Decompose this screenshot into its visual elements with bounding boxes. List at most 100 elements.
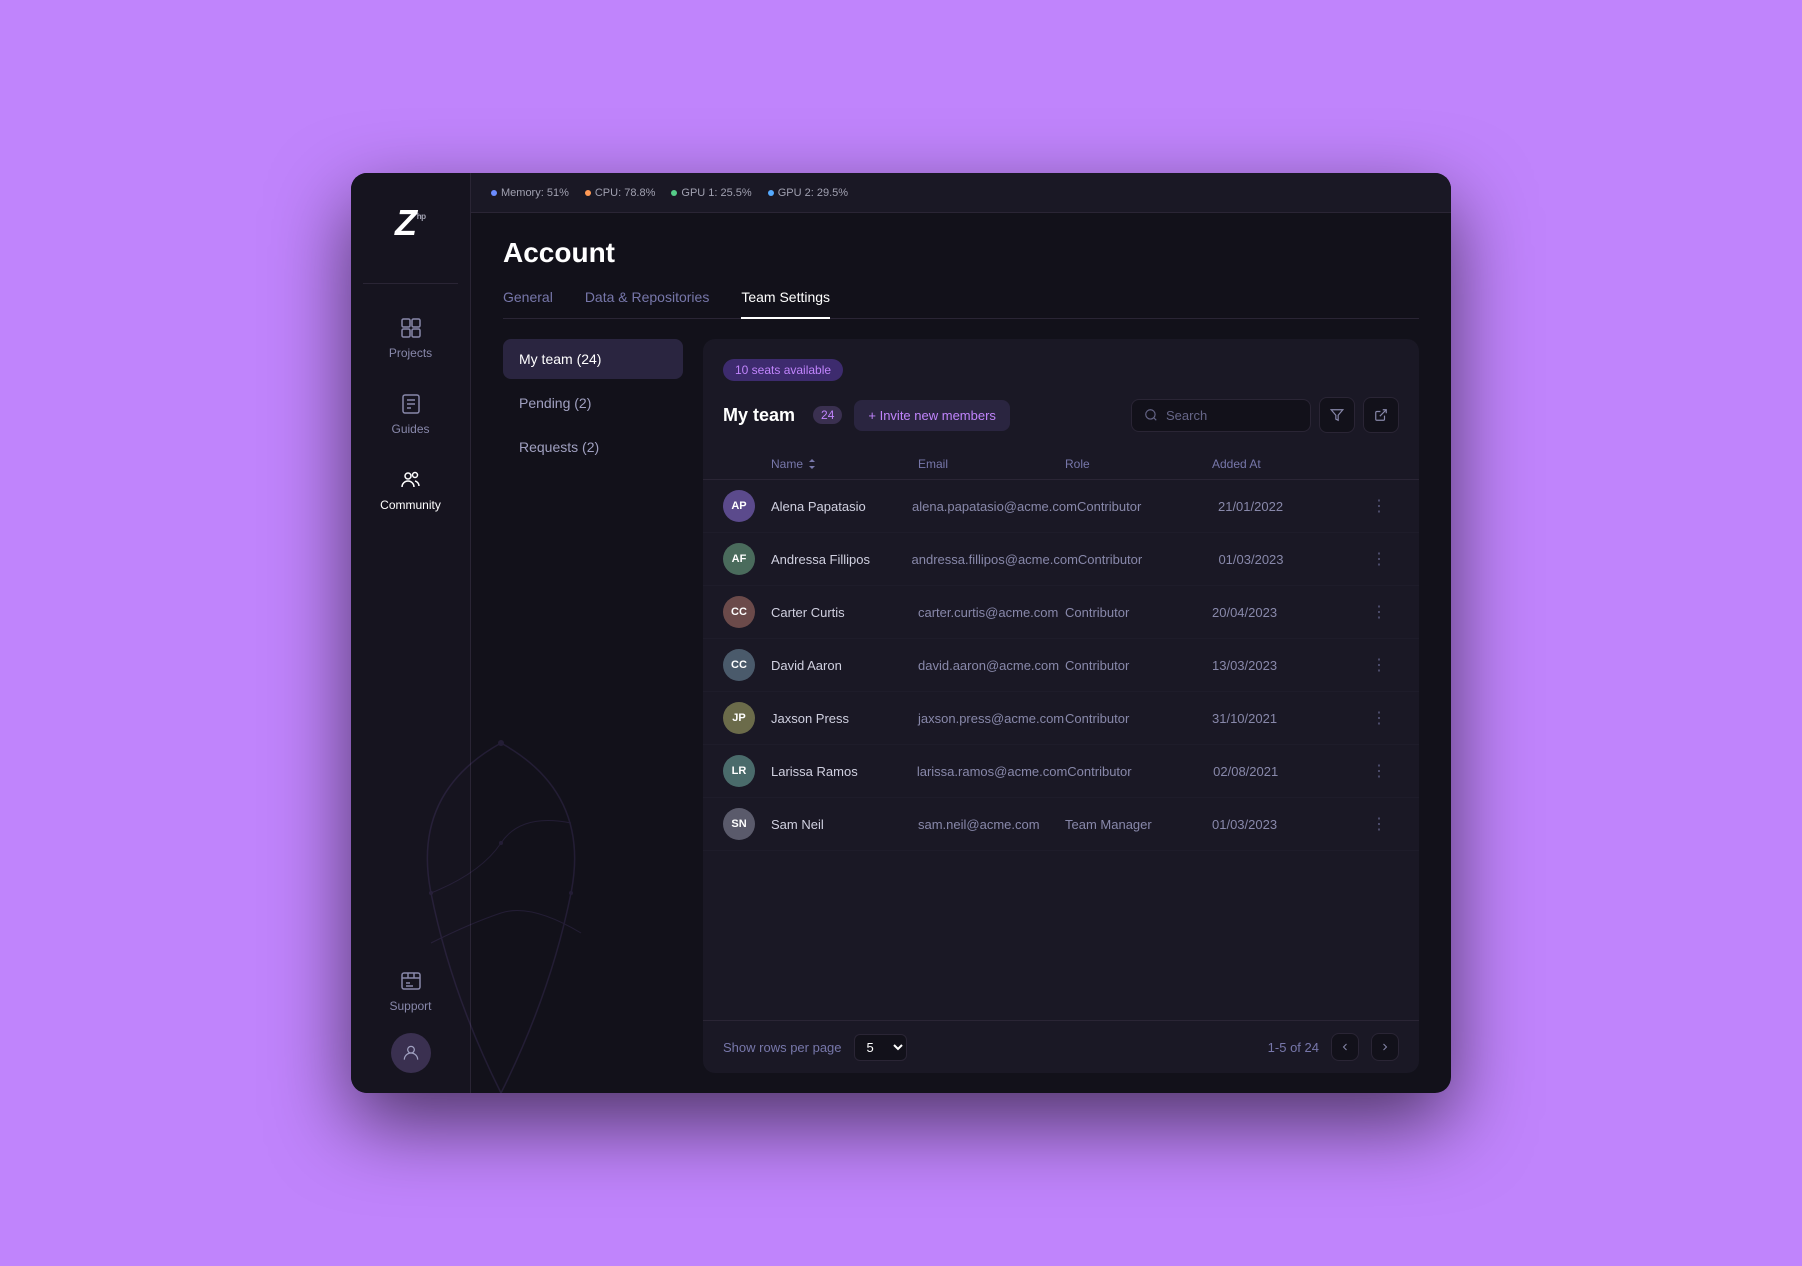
member-name: David Aaron bbox=[771, 658, 918, 673]
search-box[interactable]: Search bbox=[1131, 399, 1311, 432]
metric-memory: Memory: 51% bbox=[491, 187, 569, 199]
left-panel: My team (24) Pending (2) Requests (2) bbox=[503, 339, 683, 1073]
table-row: JP Jaxson Press jaxson.press@acme.com Co… bbox=[703, 692, 1419, 745]
member-email: alena.papatasio@acme.com bbox=[912, 499, 1077, 514]
table-header: Name Email Role Added At bbox=[703, 449, 1419, 480]
member-email: carter.curtis@acme.com bbox=[918, 605, 1065, 620]
member-name: Carter Curtis bbox=[771, 605, 918, 620]
member-role: Contributor bbox=[1065, 605, 1212, 620]
member-email: jaxson.press@acme.com bbox=[918, 711, 1065, 726]
topbar: Memory: 51% CPU: 78.8% GPU 1: 25.5% GPU … bbox=[471, 173, 1451, 213]
rows-per-page-select[interactable]: 5 10 25 bbox=[854, 1034, 907, 1061]
tab-data-repositories[interactable]: Data & Repositories bbox=[585, 289, 710, 319]
member-avatar: AF bbox=[723, 543, 771, 575]
page-tabs: General Data & Repositories Team Setting… bbox=[503, 289, 1419, 319]
gpu1-dot bbox=[671, 190, 677, 196]
app-window: Zʰᵖ Projects Guides bbox=[351, 173, 1451, 1093]
member-role: Contributor bbox=[1065, 711, 1212, 726]
member-email: sam.neil@acme.com bbox=[918, 817, 1065, 832]
col-role: Role bbox=[1065, 457, 1212, 471]
member-name: Andressa Fillipos bbox=[771, 552, 912, 567]
member-added: 13/03/2023 bbox=[1212, 658, 1359, 673]
member-avatar: LR bbox=[723, 755, 771, 787]
row-menu-button[interactable]: ⋮ bbox=[1359, 549, 1399, 569]
col-added-at: Added At bbox=[1212, 457, 1359, 471]
left-panel-pending[interactable]: Pending (2) bbox=[503, 383, 683, 423]
export-icon bbox=[1374, 408, 1388, 422]
table-row: SN Sam Neil sam.neil@acme.com Team Manag… bbox=[703, 798, 1419, 851]
export-button[interactable] bbox=[1363, 397, 1399, 433]
member-added: 21/01/2022 bbox=[1218, 499, 1359, 514]
sidebar-item-support[interactable]: Support bbox=[351, 957, 470, 1025]
col-email: Email bbox=[918, 457, 1065, 471]
left-panel-requests[interactable]: Requests (2) bbox=[503, 427, 683, 467]
member-added: 01/03/2023 bbox=[1212, 817, 1359, 832]
member-avatar: JP bbox=[723, 702, 771, 734]
col-name[interactable]: Name bbox=[771, 457, 918, 471]
pagination-info: 1-5 of 24 bbox=[1268, 1040, 1319, 1055]
left-panel-my-team[interactable]: My team (24) bbox=[503, 339, 683, 379]
panel-header: 10 seats available My team 24 + Invite n… bbox=[703, 339, 1419, 449]
cpu-dot bbox=[585, 190, 591, 196]
filter-icon bbox=[1330, 408, 1344, 422]
chevron-right-icon bbox=[1379, 1041, 1391, 1053]
filter-button[interactable] bbox=[1319, 397, 1355, 433]
gpu2-dot bbox=[768, 190, 774, 196]
team-count: 24 bbox=[813, 406, 842, 424]
toolbar-right: Search bbox=[1131, 397, 1399, 433]
row-menu-button[interactable]: ⋮ bbox=[1359, 708, 1399, 728]
member-added: 02/08/2021 bbox=[1213, 764, 1359, 779]
row-menu-button[interactable]: ⋮ bbox=[1359, 814, 1399, 834]
row-menu-button[interactable]: ⋮ bbox=[1359, 761, 1399, 781]
community-icon bbox=[399, 468, 423, 492]
row-menu-button[interactable]: ⋮ bbox=[1359, 655, 1399, 675]
table-footer: Show rows per page 5 10 25 1-5 of 24 bbox=[703, 1020, 1419, 1073]
sidebar-divider bbox=[363, 283, 458, 284]
row-menu-button[interactable]: ⋮ bbox=[1359, 602, 1399, 622]
table-row: LR Larissa Ramos larissa.ramos@acme.com … bbox=[703, 745, 1419, 798]
table-toolbar: My team 24 + Invite new members Search bbox=[723, 397, 1399, 433]
search-icon bbox=[1144, 408, 1158, 422]
sidebar-bottom: Support bbox=[351, 957, 470, 1073]
member-name: Larissa Ramos bbox=[771, 764, 917, 779]
page-title: Account bbox=[503, 237, 1419, 269]
table-row: CC Carter Curtis carter.curtis@acme.com … bbox=[703, 586, 1419, 639]
app-logo: Zʰᵖ bbox=[381, 193, 441, 253]
tab-general[interactable]: General bbox=[503, 289, 553, 319]
sidebar-item-label: Projects bbox=[389, 346, 432, 360]
member-added: 20/04/2023 bbox=[1212, 605, 1359, 620]
sidebar-item-label: Community bbox=[380, 498, 441, 512]
table-row: CC David Aaron david.aaron@acme.com Cont… bbox=[703, 639, 1419, 692]
body-layout: My team (24) Pending (2) Requests (2) 10… bbox=[471, 319, 1451, 1093]
member-email: david.aaron@acme.com bbox=[918, 658, 1065, 673]
member-avatar: CC bbox=[723, 649, 771, 681]
tab-team-settings[interactable]: Team Settings bbox=[741, 289, 830, 319]
member-role: Contributor bbox=[1078, 552, 1219, 567]
memory-dot bbox=[491, 190, 497, 196]
member-role: Contributor bbox=[1077, 499, 1218, 514]
member-email: andressa.fillipos@acme.com bbox=[912, 552, 1078, 567]
metric-gpu2: GPU 2: 29.5% bbox=[768, 187, 848, 199]
table-body: AP Alena Papatasio alena.papatasio@acme.… bbox=[703, 480, 1419, 851]
team-label: My team bbox=[723, 405, 795, 426]
member-added: 31/10/2021 bbox=[1212, 711, 1359, 726]
metric-cpu: CPU: 78.8% bbox=[585, 187, 656, 199]
row-menu-button[interactable]: ⋮ bbox=[1359, 496, 1399, 516]
invite-members-button[interactable]: + Invite new members bbox=[854, 400, 1010, 431]
prev-page-button[interactable] bbox=[1331, 1033, 1359, 1061]
chevron-left-icon bbox=[1339, 1041, 1351, 1053]
col-actions bbox=[1359, 457, 1399, 471]
member-added: 01/03/2023 bbox=[1218, 552, 1359, 567]
next-page-button[interactable] bbox=[1371, 1033, 1399, 1061]
sidebar-item-community[interactable]: Community bbox=[351, 456, 470, 524]
sidebar-item-guides[interactable]: Guides bbox=[351, 380, 470, 448]
sidebar-nav: Projects Guides Community bbox=[351, 304, 470, 524]
right-panel: 10 seats available My team 24 + Invite n… bbox=[703, 339, 1419, 1073]
sidebar-item-projects[interactable]: Projects bbox=[351, 304, 470, 372]
member-role: Contributor bbox=[1067, 764, 1213, 779]
user-avatar[interactable] bbox=[391, 1033, 431, 1073]
sidebar-item-label: Support bbox=[389, 999, 431, 1013]
member-name: Jaxson Press bbox=[771, 711, 918, 726]
sidebar-item-label: Guides bbox=[391, 422, 429, 436]
main-content: Memory: 51% CPU: 78.8% GPU 1: 25.5% GPU … bbox=[471, 173, 1451, 1093]
